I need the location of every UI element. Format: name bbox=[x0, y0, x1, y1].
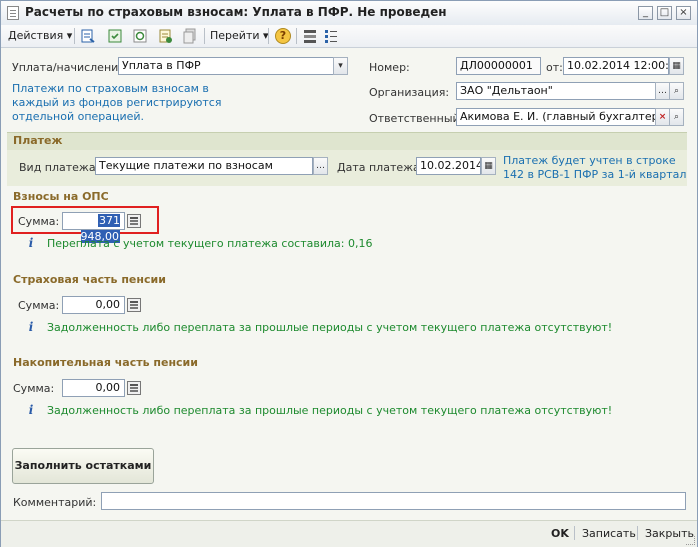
payment-section-title: Платеж bbox=[13, 134, 63, 147]
toolbar: Действия ▾ Перейти ▾ ? bbox=[1, 25, 697, 48]
magnifier-icon[interactable]: ⌕ bbox=[669, 108, 684, 126]
tree-list-icon bbox=[325, 30, 337, 43]
payment-kind-field[interactable]: Текущие платежи по взносам bbox=[95, 157, 313, 175]
calculator-icon[interactable] bbox=[127, 298, 141, 312]
ops-sum-label: Сумма: bbox=[18, 215, 60, 228]
select-ellipsis-button[interactable]: … bbox=[313, 157, 328, 175]
calendar-icon[interactable]: ▦ bbox=[669, 57, 684, 75]
help-button[interactable]: ? bbox=[275, 28, 291, 44]
minimize-button[interactable]: _ bbox=[638, 6, 653, 20]
goto-menu-label: Перейти bbox=[210, 29, 260, 42]
ok-button[interactable]: OK bbox=[551, 527, 569, 540]
goto-menu[interactable]: Перейти ▾ bbox=[210, 28, 269, 44]
list-icon bbox=[304, 30, 316, 43]
organization-label: Организация: bbox=[369, 86, 450, 99]
chevron-down-icon: ▾ bbox=[66, 29, 73, 42]
title-bar: Расчеты по страховым взносам: Уплата в П… bbox=[1, 1, 697, 26]
number-label: Номер: bbox=[369, 61, 410, 74]
post-button[interactable] bbox=[107, 28, 123, 44]
toolbar-separator bbox=[268, 28, 269, 44]
payment-section-header: Платеж bbox=[7, 132, 687, 151]
select-ellipsis-button[interactable]: … bbox=[655, 82, 670, 100]
document-date-field[interactable]: 10.02.2014 12:00:00 bbox=[563, 57, 669, 75]
maximize-button[interactable]: □ bbox=[657, 6, 672, 20]
calculator-icon[interactable] bbox=[127, 381, 141, 395]
ops-section-title: Взносы на ОПС bbox=[13, 190, 109, 203]
chevron-down-icon[interactable]: ▾ bbox=[333, 57, 348, 75]
toolbar-separator bbox=[74, 28, 75, 44]
resize-grip-icon[interactable] bbox=[686, 536, 695, 545]
funded-section-title: Накопительная часть пенсии bbox=[13, 356, 198, 369]
payment-kind-label: Вид платежа: bbox=[19, 161, 100, 174]
refresh-button[interactable] bbox=[132, 28, 148, 44]
comment-label: Комментарий: bbox=[13, 496, 97, 509]
info-icon: i bbox=[28, 320, 34, 334]
payment-type-label: Уплата/начисление: bbox=[12, 61, 129, 74]
save-button[interactable]: Записать bbox=[582, 527, 636, 540]
post-and-close-button[interactable] bbox=[80, 28, 96, 44]
ops-sum-field[interactable]: 371 948,00 bbox=[62, 212, 125, 243]
document-stack-icon bbox=[183, 28, 196, 44]
window-title: Расчеты по страховым взносам: Уплата в П… bbox=[25, 5, 447, 19]
organization-field[interactable]: ЗАО "Дельтаон" bbox=[456, 82, 656, 100]
create-based-on-button[interactable] bbox=[157, 28, 173, 44]
info-icon: i bbox=[28, 236, 34, 250]
insurance-section-title: Страховая часть пенсии bbox=[13, 273, 166, 286]
ops-info-text: Переплата с учетом текущего платежа сост… bbox=[47, 237, 373, 250]
close-window-button[interactable]: × bbox=[676, 6, 691, 20]
clear-x-icon[interactable]: × bbox=[655, 108, 670, 126]
payment-date-label: Дата платежа: bbox=[337, 161, 424, 174]
number-field[interactable]: ДЛ00000001 bbox=[456, 57, 541, 75]
document-window: Расчеты по страховым взносам: Уплата в П… bbox=[0, 0, 698, 547]
comment-field[interactable] bbox=[101, 492, 686, 510]
print-button[interactable] bbox=[182, 28, 198, 44]
toolbar-separator bbox=[296, 28, 297, 44]
footer-separator bbox=[637, 526, 638, 540]
structure-button[interactable] bbox=[302, 28, 318, 44]
actions-menu-label: Действия bbox=[8, 29, 64, 42]
bottom-bar: OK Записать Закрыть bbox=[1, 520, 697, 547]
operation-note: Платежи по страховым взносам в каждый из… bbox=[12, 82, 222, 123]
info-icon: i bbox=[28, 403, 34, 417]
date-from-label: от: bbox=[546, 61, 563, 74]
payment-row-hint: Платеж будет учтен в строке 142 в РСВ-1 … bbox=[503, 154, 687, 181]
footer-separator bbox=[574, 526, 575, 540]
calculator-icon[interactable] bbox=[127, 214, 141, 228]
insurance-sum-field[interactable]: 0,00 bbox=[62, 296, 125, 314]
insurance-sum-label: Сумма: bbox=[18, 299, 60, 312]
document-create-icon bbox=[159, 29, 172, 43]
funded-info-text: Задолженность либо переплата за прошлые … bbox=[47, 404, 613, 417]
actions-menu[interactable]: Действия ▾ bbox=[8, 28, 72, 44]
fill-balances-button[interactable]: Заполнить остатками bbox=[12, 448, 154, 484]
refresh-icon bbox=[133, 29, 147, 43]
funded-sum-label: Сумма: bbox=[13, 382, 55, 395]
calendar-icon[interactable]: ▦ bbox=[481, 157, 496, 175]
insurance-info-text: Задолженность либо переплата за прошлые … bbox=[47, 321, 613, 334]
post-document-icon bbox=[108, 29, 122, 43]
payment-type-select[interactable]: Уплата в ПФР bbox=[118, 57, 334, 75]
settings-list-button[interactable] bbox=[323, 28, 339, 44]
document-icon bbox=[7, 6, 19, 20]
post-close-icon bbox=[81, 29, 95, 43]
magnifier-icon[interactable]: ⌕ bbox=[669, 82, 684, 100]
responsible-label: Ответственный: bbox=[369, 112, 464, 125]
toolbar-separator bbox=[204, 28, 205, 44]
funded-sum-field[interactable]: 0,00 bbox=[62, 379, 125, 397]
responsible-field[interactable]: Акимова Е. И. (главный бухгалтер) bbox=[456, 108, 656, 126]
payment-date-field[interactable]: 10.02.2014 bbox=[416, 157, 481, 175]
